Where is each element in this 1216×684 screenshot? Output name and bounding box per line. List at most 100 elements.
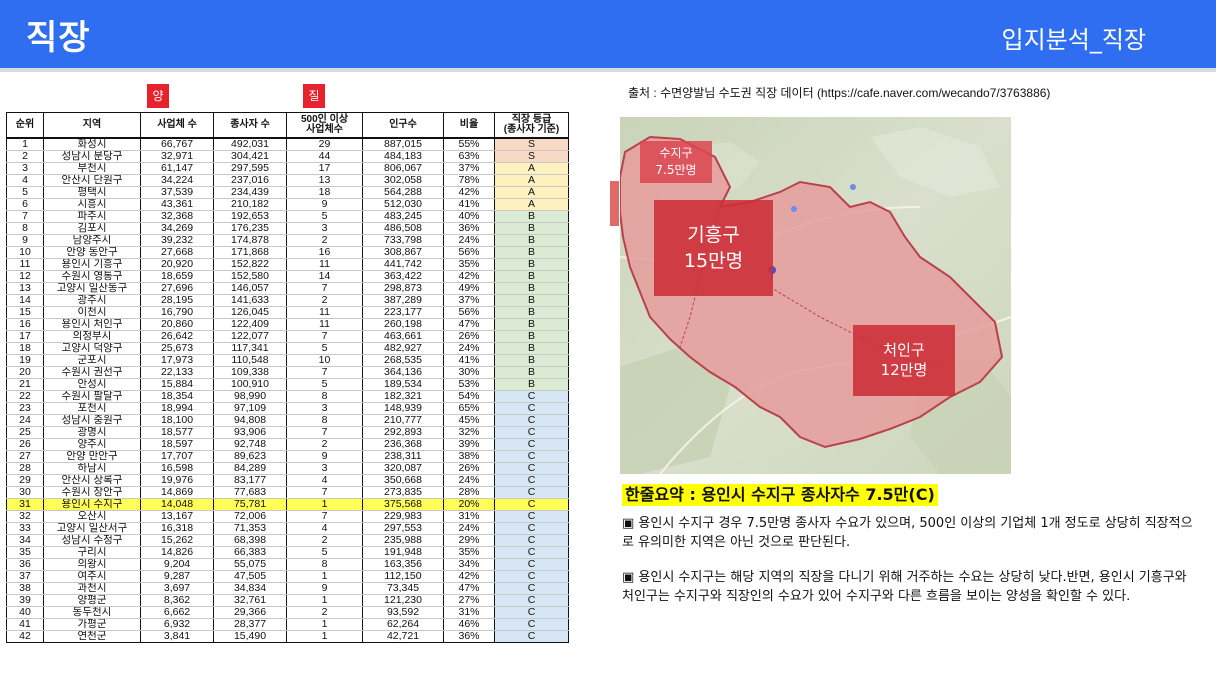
ratio-cell: 36% (443, 222, 495, 235)
region-cell: 수원시 장안구 (43, 486, 141, 499)
large-cell: 11 (286, 258, 363, 271)
large-cell: 11 (286, 318, 363, 331)
ratio-cell: 37% (443, 162, 495, 175)
table-row: 21 안성시 15,884 100,910 5 189,534 53% B (6, 378, 569, 391)
region-cell: 안양 동안구 (43, 246, 141, 259)
workers-cell: 141,633 (213, 294, 287, 307)
col-companies: 사업체 수 (140, 112, 214, 139)
ratio-cell: 32% (443, 426, 495, 439)
ratio-cell: 24% (443, 342, 495, 355)
map-pin-icon[interactable] (850, 184, 856, 190)
region-cell: 성남시 수정구 (43, 534, 141, 547)
ratio-cell: 24% (443, 474, 495, 487)
ratio-cell: 56% (443, 306, 495, 319)
ratio-cell: 37% (443, 294, 495, 307)
region-cell: 광주시 (43, 294, 141, 307)
large-cell: 4 (286, 522, 363, 535)
companies-cell: 14,826 (140, 546, 214, 559)
grade-cell: B (494, 210, 569, 223)
grade-cell: S (494, 150, 569, 163)
population-cell: 229,983 (362, 510, 444, 523)
grade-cell: B (494, 366, 569, 379)
grade-cell: B (494, 258, 569, 271)
grade-cell: C (494, 594, 569, 607)
large-cell: 2 (286, 606, 363, 619)
grade-cell: C (494, 498, 569, 511)
rank-cell: 35 (6, 546, 44, 559)
table-row: 12 수원시 영통구 18,659 152,580 14 363,422 42% B (6, 270, 569, 283)
region-cell: 용인시 처인구 (43, 318, 141, 331)
companies-cell: 16,318 (140, 522, 214, 535)
workers-cell: 55,075 (213, 558, 287, 571)
ratio-cell: 42% (443, 570, 495, 583)
population-cell: 235,988 (362, 534, 444, 547)
workers-cell: 89,623 (213, 450, 287, 463)
companies-cell: 20,860 (140, 318, 214, 331)
region-cell: 안성시 (43, 378, 141, 391)
workers-cell: 297,595 (213, 162, 287, 175)
region-cell: 수원시 팔달구 (43, 390, 141, 403)
companies-cell: 19,976 (140, 474, 214, 487)
label-giheung-name: 기흥구 (687, 224, 740, 246)
companies-cell: 34,224 (140, 174, 214, 187)
workers-cell: 146,057 (213, 282, 287, 295)
large-cell: 1 (286, 594, 363, 607)
map-pin-icon[interactable] (791, 206, 797, 212)
grade-cell: C (494, 450, 569, 463)
rank-cell: 1 (6, 138, 44, 151)
population-cell: 486,508 (362, 222, 444, 235)
large-cell: 7 (286, 366, 363, 379)
workers-cell: 72,006 (213, 510, 287, 523)
large-cell: 5 (286, 210, 363, 223)
ratio-cell: 46% (443, 618, 495, 631)
population-cell: 210,777 (362, 414, 444, 427)
companies-cell: 13,167 (140, 510, 214, 523)
region-cell: 수원시 영통구 (43, 270, 141, 283)
large-cell: 44 (286, 150, 363, 163)
ratio-cell: 65% (443, 402, 495, 415)
region-cell: 안산시 상록구 (43, 474, 141, 487)
grade-cell: B (494, 330, 569, 343)
grade-cell: A (494, 162, 569, 175)
ratio-cell: 29% (443, 534, 495, 547)
population-cell: 121,230 (362, 594, 444, 607)
large-cell: 7 (286, 330, 363, 343)
table-row: 32 오산시 13,167 72,006 7 229,983 31% C (6, 510, 569, 523)
population-cell: 387,289 (362, 294, 444, 307)
ratio-cell: 26% (443, 462, 495, 475)
rank-cell: 12 (6, 270, 44, 283)
population-cell: 73,345 (362, 582, 444, 595)
companies-cell: 43,361 (140, 198, 214, 211)
table-row: 29 안산시 상록구 19,976 83,177 4 350,668 24% C (6, 474, 569, 487)
ratio-cell: 38% (443, 450, 495, 463)
table-row: 4 안산시 단원구 34,224 237,016 13 302,058 78% A (6, 174, 569, 187)
rank-cell: 18 (6, 342, 44, 355)
header-divider (0, 68, 1216, 72)
population-cell: 268,535 (362, 354, 444, 367)
companies-cell: 15,884 (140, 378, 214, 391)
rank-cell: 5 (6, 186, 44, 199)
rank-cell: 15 (6, 306, 44, 319)
quantity-tag: 양 (147, 84, 169, 108)
rank-cell: 33 (6, 522, 44, 535)
companies-cell: 34,269 (140, 222, 214, 235)
large-cell: 7 (286, 282, 363, 295)
population-cell: 363,422 (362, 270, 444, 283)
label-suji-workers: 7.5만명 (655, 163, 697, 177)
region-cell: 이천시 (43, 306, 141, 319)
table-row: 42 연천군 3,841 15,490 1 42,721 36% C (6, 630, 569, 643)
table-row: 17 의정부시 26,642 122,077 7 463,661 26% B (6, 330, 569, 343)
population-cell: 463,661 (362, 330, 444, 343)
workers-cell: 174,878 (213, 234, 287, 247)
rank-cell: 23 (6, 402, 44, 415)
large-cell: 7 (286, 510, 363, 523)
region-cell: 화성시 (43, 138, 141, 151)
col-large-companies: 500인 이상 사업체수 (286, 112, 363, 139)
companies-cell: 32,971 (140, 150, 214, 163)
rank-cell: 22 (6, 390, 44, 403)
rank-cell: 24 (6, 414, 44, 427)
ratio-cell: 39% (443, 438, 495, 451)
rank-cell: 11 (6, 258, 44, 271)
rank-cell: 2 (6, 150, 44, 163)
workers-cell: 117,341 (213, 342, 287, 355)
